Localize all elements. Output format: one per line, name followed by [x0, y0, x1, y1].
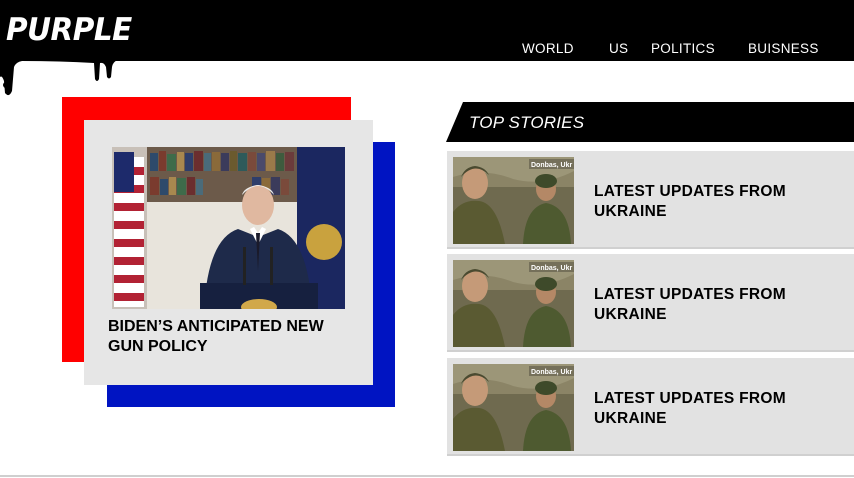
nav-us[interactable]: US: [609, 41, 628, 56]
paint-drip-icon: [0, 55, 120, 96]
nav-business[interactable]: BUISNESS: [748, 41, 819, 56]
nav-politics[interactable]: POLITICS: [651, 41, 715, 56]
story-headline[interactable]: LATEST UPDATES FROM UKRAINE: [594, 182, 834, 222]
story-thumbnail[interactable]: Donbas, Ukr: [453, 260, 574, 347]
thumb-caption: Donbas, Ukr: [531, 162, 573, 169]
top-stories-label: TOP STORIES: [469, 113, 585, 132]
story-card[interactable]: Donbas, Ukr LATEST UPDATES FROM UKRAINE: [447, 254, 854, 352]
story-card[interactable]: Donbas, Ukr LATEST UPDATES FROM UKRAINE: [447, 358, 854, 456]
thumb-caption: Donbas, Ukr: [531, 265, 573, 272]
story-headline[interactable]: LATEST UPDATES FROM UKRAINE: [594, 389, 834, 429]
story-card[interactable]: Donbas, Ukr LATEST UPDATES FROM UKRAINE: [447, 151, 854, 249]
thumb-caption: Donbas, Ukr: [531, 369, 573, 376]
story-thumbnail[interactable]: Donbas, Ukr: [453, 157, 574, 244]
feature-headline[interactable]: BIDEN’S ANTICIPATED NEW GUN POLICY: [108, 317, 358, 357]
feature-image[interactable]: [112, 147, 345, 309]
nav-world[interactable]: WORLD: [522, 41, 574, 56]
site-logo[interactable]: PURPLE: [6, 12, 132, 48]
footer-divider: [0, 475, 854, 477]
story-thumbnail[interactable]: Donbas, Ukr: [453, 364, 574, 451]
story-headline[interactable]: LATEST UPDATES FROM UKRAINE: [594, 285, 834, 325]
